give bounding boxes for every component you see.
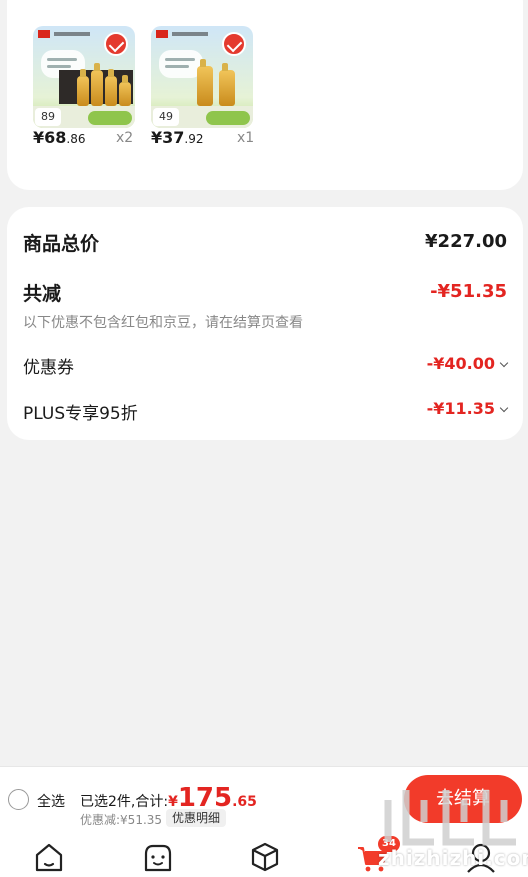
bottle-image xyxy=(197,59,213,106)
product-quantity-2: x1 xyxy=(237,130,255,146)
bottle-image xyxy=(105,69,117,106)
site-watermark: zhizhizhi.com xyxy=(376,780,528,877)
product-price-2: ¥37.92 xyxy=(151,128,204,147)
total-value: ¥227.00 xyxy=(425,231,507,252)
price-tag: 49 xyxy=(153,108,179,126)
reduce-value: -¥51.35 xyxy=(430,281,507,302)
bottle-image xyxy=(77,69,89,106)
brand-logo xyxy=(156,30,210,38)
home-icon[interactable] xyxy=(32,840,66,874)
reduce-label: 共减 xyxy=(23,283,62,305)
select-all-label[interactable]: 全选 xyxy=(37,791,65,811)
discount-text: 优惠减:¥51.35 xyxy=(80,813,163,827)
check-icon[interactable] xyxy=(104,32,128,56)
plus-label: PLUS专享95折 xyxy=(23,404,138,424)
product-image-1[interactable]: 89 xyxy=(33,26,135,128)
chevron-down-icon xyxy=(499,358,509,368)
coupon-label: 优惠券 xyxy=(23,358,74,378)
plus-row[interactable]: -¥11.35 xyxy=(426,399,509,418)
discount-detail-button[interactable]: 优惠明细 xyxy=(166,809,227,827)
product-price-1: ¥68.86 xyxy=(33,128,86,147)
select-all-radio[interactable] xyxy=(8,789,29,810)
price-tag: 89 xyxy=(35,108,61,126)
brand-logo xyxy=(38,30,92,38)
selected-products-card: 89 49 ¥68.86 x2 ¥37.92 x1 xyxy=(7,0,523,190)
coupon-value: -¥40.00 xyxy=(426,354,495,373)
bottle-image xyxy=(119,75,131,106)
discount-note: 以下优惠不包含红包和京豆，请在结算页查看 xyxy=(23,315,303,331)
coupon-row[interactable]: -¥40.00 xyxy=(426,354,509,373)
chevron-down-icon xyxy=(499,403,509,413)
plus-value: -¥11.35 xyxy=(426,399,495,418)
product-quantity-1: x2 xyxy=(116,130,134,146)
check-icon[interactable] xyxy=(222,32,246,56)
product-image-2[interactable]: 49 xyxy=(151,26,253,128)
total-label: 商品总价 xyxy=(23,233,100,255)
bottle-image xyxy=(91,63,103,106)
discover-icon[interactable] xyxy=(141,840,175,874)
watermark-text: zhizhizhi.com xyxy=(378,846,528,870)
category-icon[interactable] xyxy=(248,840,282,874)
bottle-image xyxy=(219,63,235,106)
price-summary-card: 商品总价 ¥227.00 共减 -¥51.35 以下优惠不包含红包和京豆，请在结… xyxy=(7,207,523,440)
